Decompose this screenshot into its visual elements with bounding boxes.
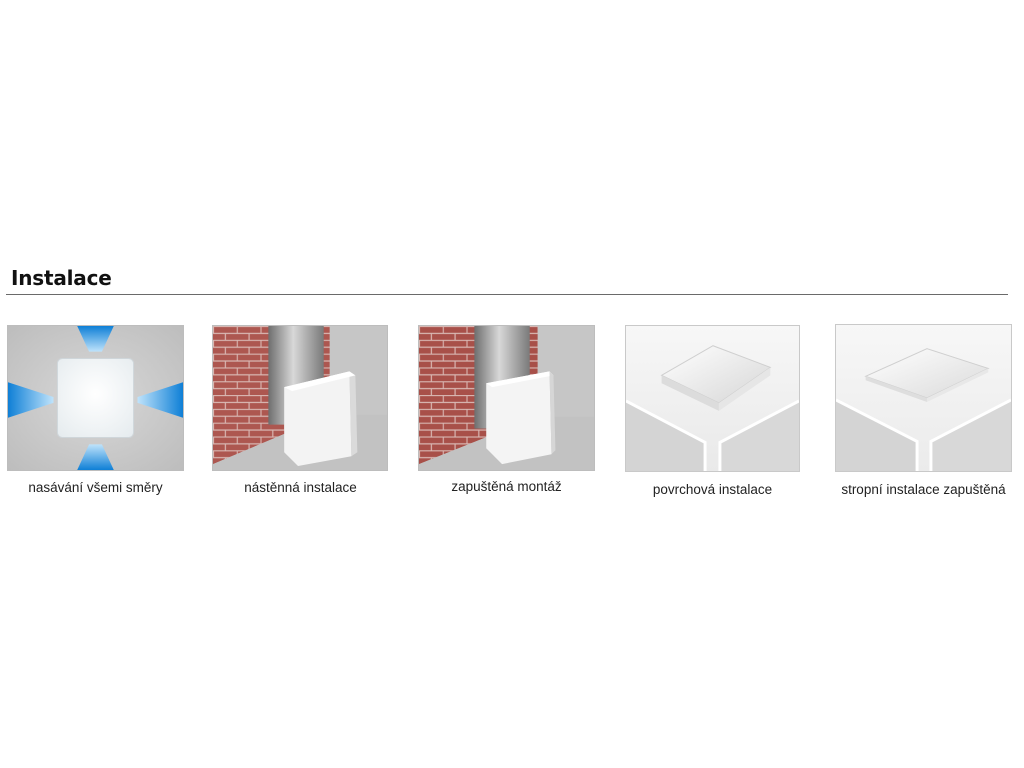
- wall-installation-icon: [212, 325, 388, 471]
- recessed-mounting-icon: [418, 325, 595, 471]
- section-divider: [6, 294, 1008, 295]
- installation-caption: zapuštěná montáž: [451, 479, 562, 494]
- section-title: Instalace: [11, 266, 112, 290]
- omnidirectional-intake-icon: [7, 325, 184, 471]
- installation-caption: povrchová instalace: [652, 482, 773, 497]
- surface-installation-icon: [625, 325, 800, 472]
- recessed-ceiling-installation-icon: [835, 324, 1012, 472]
- installation-caption: nasávání všemi směry: [28, 480, 163, 495]
- installation-caption: nástěnná instalace: [244, 480, 357, 495]
- installation-caption: stropní instalace zapuštěná: [841, 482, 1006, 497]
